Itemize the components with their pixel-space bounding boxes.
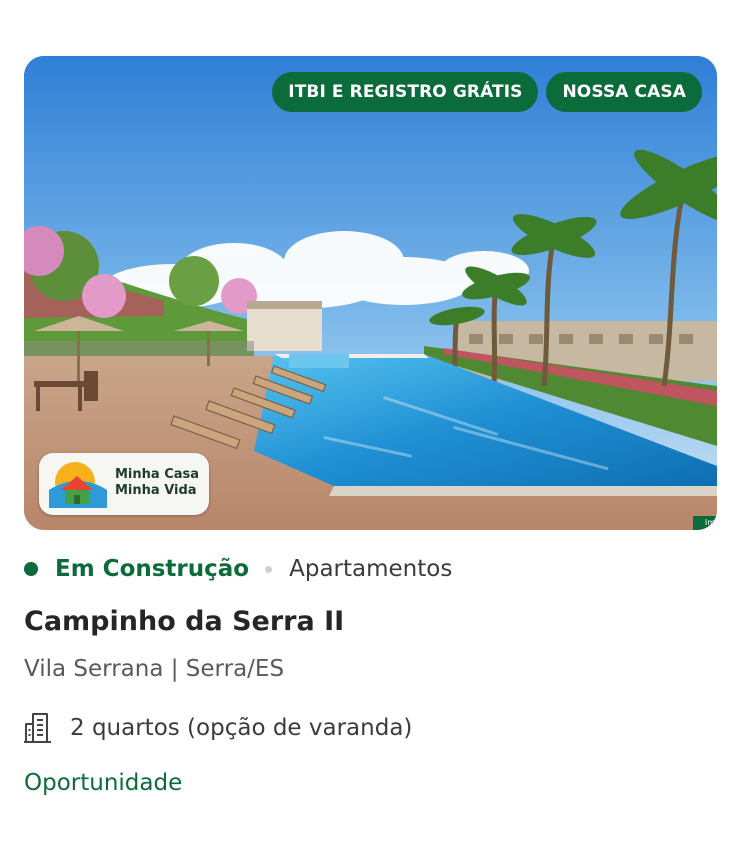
construction-status: Em Construção [55, 556, 250, 582]
status-row: Em Construção Apartamentos [24, 552, 452, 586]
corner-mark: Im [693, 516, 717, 530]
rooms-info: 2 quartos (opção de varanda) [24, 712, 412, 744]
minha-casa-minha-vida-badge: Minha Casa Minha Vida [39, 453, 209, 515]
badge-line-1: Minha Casa [115, 467, 200, 482]
property-location: Vila Serrana | Serra/ES [24, 656, 285, 682]
status-dot-icon [24, 562, 38, 576]
property-title[interactable]: Campinho da Serra II [24, 606, 344, 637]
badge-text: Minha Casa Minha Vida [115, 467, 199, 499]
house-sun-logo-icon [49, 462, 107, 508]
tag-nossa-casa[interactable]: NOSSA CASA [546, 72, 702, 112]
badge-line-2: Minha Vida [115, 483, 197, 498]
tag-list: ITBI E REGISTRO GRÁTIS NOSSA CASA [272, 72, 702, 112]
property-image[interactable]: ITBI E REGISTRO GRÁTIS NOSSA CASA Minha … [24, 56, 717, 530]
tag-itbi-registro[interactable]: ITBI E REGISTRO GRÁTIS [272, 72, 539, 112]
property-card[interactable]: ITBI E REGISTRO GRÁTIS NOSSA CASA Minha … [0, 0, 740, 865]
building-icon [24, 713, 51, 743]
property-type: Apartamentos [289, 556, 453, 582]
rooms-text: 2 quartos (opção de varanda) [70, 715, 413, 741]
oportunidade-link[interactable]: Oportunidade [24, 770, 182, 796]
separator-dot-icon [265, 565, 273, 573]
